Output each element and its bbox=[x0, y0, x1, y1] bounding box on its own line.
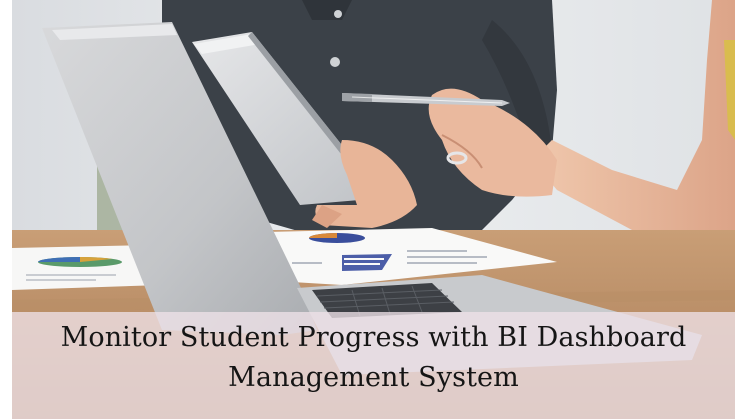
caption-line-2: Management System bbox=[228, 362, 519, 393]
banner-caption: Monitor Student Progress with BI Dashboa… bbox=[12, 318, 735, 398]
banner-frame: Monitor Student Progress with BI Dashboa… bbox=[0, 0, 747, 419]
caption-line-1: Monitor Student Progress with BI Dashboa… bbox=[60, 322, 687, 353]
